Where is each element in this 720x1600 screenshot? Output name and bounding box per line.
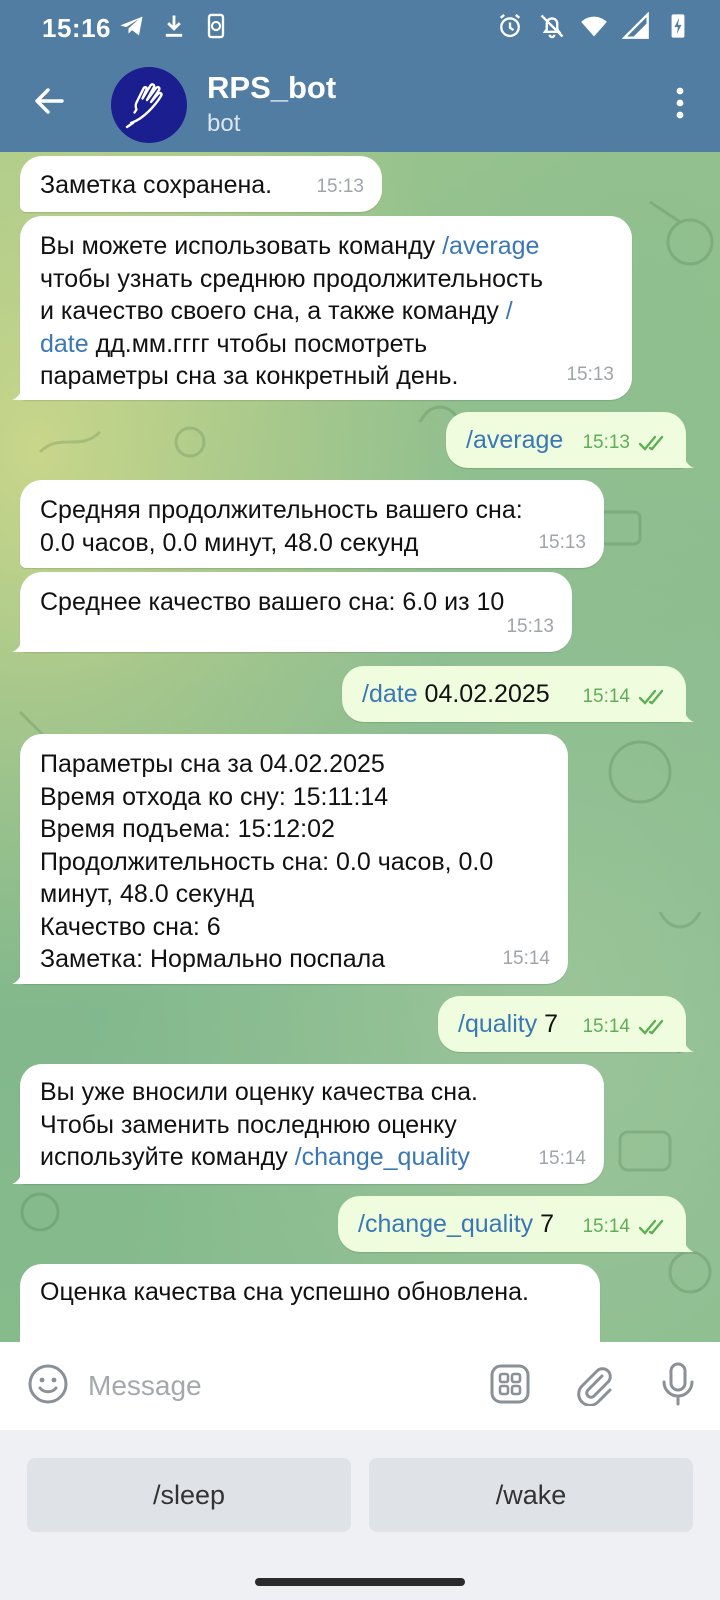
message-input[interactable] (88, 1364, 468, 1408)
read-checks-icon (638, 1019, 664, 1035)
phone-sync-icon (202, 12, 230, 40)
chat-area[interactable]: Заметка сохранена. 15:13 Вы можете испол… (0, 152, 720, 1342)
message-time: 15:13 (316, 175, 364, 197)
status-bar: 15:16 (0, 0, 720, 54)
message-incoming[interactable]: Среднее качество вашего сна: 6.0 из 10 1… (12, 572, 572, 652)
reply-button-sleep[interactable]: /sleep (27, 1458, 351, 1532)
message-time: 15:14 (582, 685, 630, 707)
battery-charging-icon (664, 12, 692, 40)
wifi-icon (580, 12, 608, 40)
message-incoming[interactable]: Параметры сна за 04.02.2025 Время отхода… (12, 734, 568, 984)
message-time: 15:13 (582, 431, 630, 453)
message-outgoing[interactable]: /quality 7 15:14 (438, 996, 694, 1052)
navigation-handle[interactable] (255, 1578, 465, 1586)
read-checks-icon (638, 1219, 664, 1235)
notifications-off-icon (538, 12, 566, 40)
arrow-left-icon[interactable] (28, 80, 70, 122)
message-text: Вы можете использовать команду /average … (40, 232, 544, 390)
message-time: 15:13 (566, 363, 614, 385)
message-incoming[interactable]: Вы можете использовать команду /average … (12, 216, 632, 400)
signal-icon (621, 11, 650, 40)
telegram-icon (118, 12, 146, 40)
message-time: 15:14 (538, 1147, 586, 1169)
emoji-icon[interactable] (26, 1362, 70, 1406)
message-incoming[interactable]: Вы уже вносили оценку качества сна. Чтоб… (12, 1064, 604, 1184)
command-link[interactable]: /change_quality (295, 1143, 470, 1171)
message-time: 15:14 (582, 1015, 630, 1037)
message-input-bar (0, 1342, 720, 1430)
message-time: 15:13 (538, 531, 586, 553)
message-incoming[interactable]: Заметка сохранена. 15:13 (20, 156, 382, 212)
chat-title[interactable]: RPS_bot (207, 70, 336, 106)
message-incoming[interactable]: Средняя продолжительность вашего сна: 0.… (20, 480, 604, 568)
download-icon (160, 12, 188, 40)
message-text: Оценка качества сна успешно обновлена. (40, 1278, 529, 1306)
message-time: 15:14 (502, 947, 550, 969)
chat-header: RPS_bot bot (0, 58, 720, 152)
message-time: 15:13 (506, 615, 554, 637)
read-checks-icon (638, 689, 664, 705)
message-text: Вы уже вносили оценку качества сна. Чтоб… (40, 1078, 478, 1171)
chat-subtitle: bot (207, 110, 241, 137)
message-outgoing[interactable]: /date 04.02.2025 15:14 (342, 666, 694, 722)
message-outgoing[interactable]: /change_quality 7 15:14 (338, 1196, 694, 1252)
command-link[interactable]: /change_quality (358, 1210, 533, 1238)
command-link[interactable]: /average (442, 232, 539, 260)
alarm-icon (496, 12, 524, 40)
command-link[interactable]: /average (466, 426, 563, 454)
message-incoming[interactable]: Оценка качества сна успешно обновлена. (20, 1264, 600, 1342)
message-time: 15:14 (582, 1215, 630, 1237)
more-vertical-icon[interactable] (668, 82, 692, 124)
status-time: 15:16 (42, 13, 111, 43)
paperclip-icon[interactable] (572, 1362, 616, 1407)
message-text: Среднее качество вашего сна: 6.0 из 10 (40, 588, 505, 616)
message-outgoing[interactable]: /average 15:13 (446, 412, 694, 468)
command-link[interactable]: /date (362, 680, 418, 708)
microphone-icon[interactable] (658, 1360, 698, 1408)
message-text: Параметры сна за 04.02.2025 Время отхода… (40, 750, 494, 973)
bot-reply-keyboard: /sleep /wake (0, 1430, 720, 1600)
hand-icon (125, 83, 163, 129)
top-bar: 15:16 RPS_bot bot (0, 0, 720, 152)
command-link[interactable]: /quality (458, 1010, 537, 1038)
message-text: Средняя продолжительность вашего сна: 0.… (40, 496, 523, 557)
reply-button-wake[interactable]: /wake (369, 1458, 693, 1532)
bot-avatar[interactable] (111, 67, 187, 143)
bot-keyboard-icon[interactable] (488, 1362, 532, 1406)
message-text: Заметка сохранена. (40, 171, 273, 199)
read-checks-icon (638, 435, 664, 451)
